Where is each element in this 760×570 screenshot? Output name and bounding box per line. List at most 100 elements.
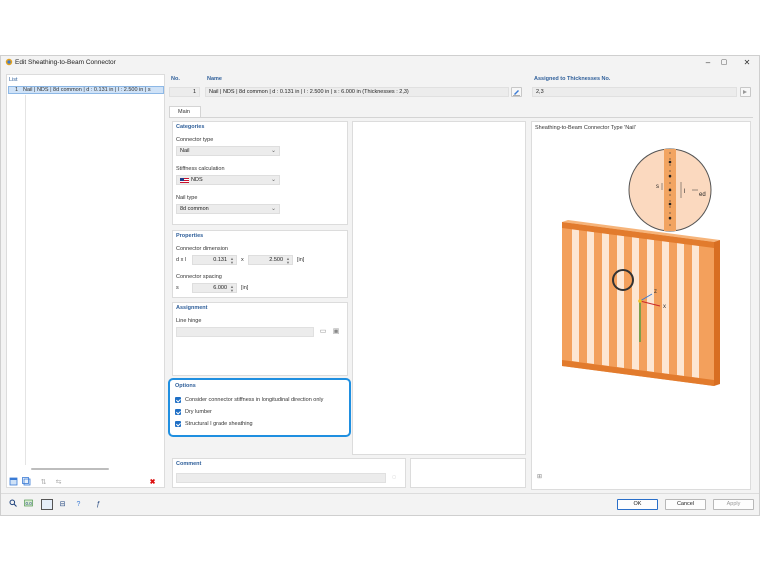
edge-ed-annotation: ed: [699, 192, 706, 198]
connector-preview-graphic: s l ed x z: [562, 148, 720, 386]
list-panel: List 1 Nail | NDS | 8d common | d : 0.13…: [6, 74, 165, 488]
connector-type-select[interactable]: Nail ⌄: [176, 146, 280, 156]
select-thickness-icon[interactable]: [740, 87, 751, 97]
option-dry-lumber-label: Dry lumber: [185, 409, 212, 415]
preview-panel: Sheathing-to-Beam Connector Type 'Nail' …: [531, 121, 751, 490]
comment-title: Comment: [176, 461, 202, 467]
maximize-icon[interactable]: ▢: [717, 57, 731, 68]
title-bar: Edit Sheathing-to-Beam Connector – ▢ ✕: [1, 56, 759, 70]
spinner-icon[interactable]: ▲ ▼: [230, 257, 234, 265]
properties-title: Properties: [176, 233, 204, 239]
function-icon[interactable]: ƒ: [93, 499, 104, 510]
options-panel: Options Consider connector stiffness in …: [168, 378, 351, 437]
s-input[interactable]: 6.000 ▲ ▼: [192, 283, 237, 293]
spinner-icon[interactable]: ▲ ▼: [230, 285, 234, 293]
assigned-label: Assigned to Thicknesses No.: [534, 76, 611, 82]
option-structural-checkbox[interactable]: Structural I grade sheathing: [175, 421, 347, 429]
comment-picker-icon[interactable]: ◌: [389, 473, 399, 483]
cancel-button[interactable]: Cancel: [665, 499, 706, 510]
list-scrollbar[interactable]: [31, 468, 109, 470]
select-hinge-icon[interactable]: ▭: [318, 327, 328, 337]
dl-symbol: d x l: [176, 257, 187, 263]
connector-type-label: Connector type: [176, 137, 214, 143]
renumber-icon[interactable]: ⇆: [53, 477, 64, 488]
units-icon[interactable]: 0.0: [23, 499, 34, 510]
tab-divider: [169, 117, 753, 118]
ok-button[interactable]: OK: [617, 499, 658, 510]
option-dry-lumber-checkbox[interactable]: Dry lumber: [175, 409, 347, 417]
nail-type-select[interactable]: 8d common ⌄: [176, 204, 280, 214]
tab-main[interactable]: Main: [169, 106, 201, 117]
copy-item-icon[interactable]: [21, 477, 32, 488]
assignment-title: Assignment: [176, 305, 208, 311]
option-longitudinal-checkbox[interactable]: Consider connector stiffness in longitud…: [175, 397, 347, 405]
options-title: Options: [175, 383, 196, 389]
list-divider: [25, 95, 26, 465]
dialog-window: Edit Sheathing-to-Beam Connector – ▢ ✕ L…: [0, 55, 760, 516]
app-logo-icon: [5, 58, 13, 66]
edit-name-icon[interactable]: [511, 87, 522, 97]
stiffness-label: Stiffness calculation: [176, 166, 225, 172]
chevron-down-icon: ⌄: [270, 148, 276, 154]
stiffness-select[interactable]: NDS ⌄: [176, 175, 280, 185]
chevron-down-icon: ⌄: [270, 177, 276, 183]
window-title: Edit Sheathing-to-Beam Connector: [15, 59, 116, 66]
d-input[interactable]: 0.131 ▲ ▼: [192, 255, 237, 265]
spacing-unit: [in]: [241, 285, 249, 291]
connector-spacing-label: Connector spacing: [176, 274, 222, 280]
line-hinge-field[interactable]: [176, 327, 314, 337]
no-label: No.: [171, 76, 180, 82]
l-input[interactable]: 2.500 ▲ ▼: [248, 255, 293, 265]
categories-panel: Categories Connector type Nail ⌄ Stiffne…: [172, 121, 348, 225]
apply-button[interactable]: Apply: [713, 499, 754, 510]
option-structural-label: Structural I grade sheathing: [185, 421, 253, 427]
s-value: 6.000: [213, 285, 227, 291]
us-flag-icon: [180, 178, 189, 183]
preview-settings-icon[interactable]: ⊞: [534, 472, 545, 483]
option-longitudinal-label: Consider connector stiffness in longitud…: [185, 397, 324, 403]
spacing-s-annotation: s: [656, 184, 659, 190]
x-symbol: x: [241, 257, 244, 263]
sort-icon[interactable]: ⇅: [38, 477, 49, 488]
help-icon[interactable]: ?: [73, 499, 84, 510]
table-icon[interactable]: ⊟: [57, 499, 68, 510]
s-symbol: s: [176, 285, 179, 291]
list-header: List: [9, 77, 18, 83]
new-hinge-icon[interactable]: ▣: [331, 327, 341, 337]
list-item-text: Nail | NDS | 8d common | d : 0.131 in | …: [23, 87, 151, 93]
search-icon[interactable]: [7, 499, 18, 510]
connector-type-value: Nail: [180, 148, 190, 154]
nail-detail-view: s l ed: [628, 148, 712, 232]
d-value: 0.131: [213, 257, 227, 263]
comment-panel: Comment ◌: [172, 458, 406, 488]
comment-side-panel: [410, 458, 526, 488]
l-value: 2.500: [269, 257, 283, 263]
checkbox-checked-icon[interactable]: [175, 397, 181, 403]
chevron-down-icon: ⌄: [270, 206, 276, 212]
display-icon[interactable]: [41, 499, 53, 510]
assigned-field[interactable]: 2,3: [532, 87, 737, 97]
name-field[interactable]: Nail | NDS | 8d common | d : 0.131 in | …: [205, 87, 509, 97]
length-l-annotation: l: [684, 189, 685, 195]
categories-title: Categories: [176, 124, 205, 130]
spinner-icon[interactable]: ▲ ▼: [286, 257, 290, 265]
comment-field[interactable]: [176, 473, 386, 483]
checkbox-checked-icon[interactable]: [175, 409, 181, 415]
minimize-icon[interactable]: –: [701, 57, 715, 68]
wall-panel-model: x z: [562, 220, 720, 386]
dimension-unit: [in]: [297, 257, 305, 263]
footer-divider: [1, 493, 759, 494]
x-axis-label: x: [663, 304, 666, 310]
stiffness-value: NDS: [191, 177, 203, 183]
new-item-icon[interactable]: [8, 477, 19, 488]
z-axis-label: z: [654, 289, 657, 295]
list-item-number: 1: [15, 87, 19, 93]
assignment-panel: Assignment Line hinge ▭ ▣: [172, 302, 348, 376]
no-field[interactable]: 1: [169, 87, 200, 97]
checkbox-checked-icon[interactable]: [175, 421, 181, 427]
nail-type-value: 8d common: [180, 206, 209, 212]
close-icon[interactable]: ✕: [740, 57, 754, 68]
middle-panel: [352, 121, 526, 455]
list-item[interactable]: 1 Nail | NDS | 8d common | d : 0.131 in …: [8, 86, 164, 94]
delete-icon[interactable]: ✖: [147, 477, 158, 488]
